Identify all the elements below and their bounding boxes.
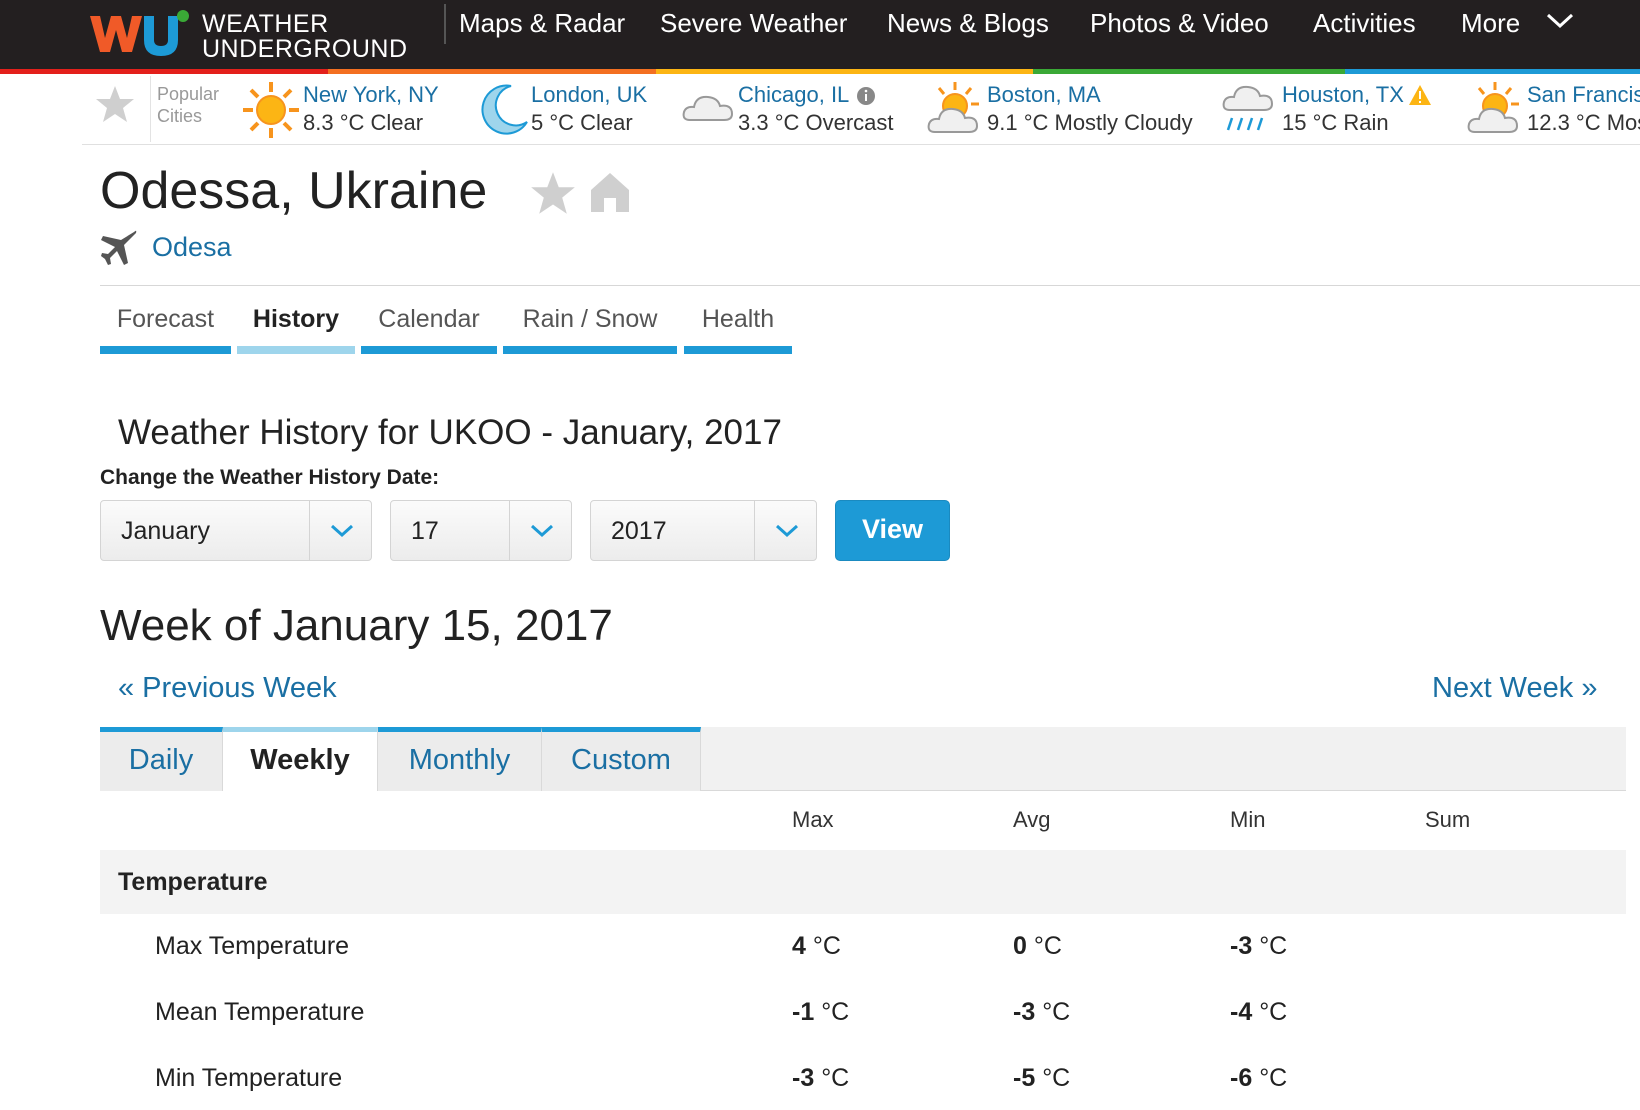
history-title: Weather History for UKOO - January, 2017 [118, 413, 782, 452]
chevron-down-icon [530, 524, 554, 538]
chevron-down-icon[interactable] [1545, 10, 1575, 30]
year-select-value: 2017 [611, 517, 667, 545]
group-label-temperature: Temperature [118, 868, 268, 896]
next-week-link[interactable]: Next Week » [1432, 670, 1597, 706]
city-name[interactable]: Houston, TX [1282, 80, 1404, 110]
city-name[interactable]: London, UK [531, 80, 647, 110]
tab-health[interactable]: Health [684, 300, 792, 354]
city-name[interactable]: New York, NY [303, 80, 439, 110]
city-houston[interactable]: Houston, TX 15 °C Rain [1220, 80, 1445, 140]
moon-icon [481, 84, 528, 135]
wu-logo-icon [90, 10, 189, 56]
column-header-avg: Avg [1013, 807, 1051, 832]
month-select-value: January [121, 517, 210, 545]
table-cell-max: -3 °C [792, 1064, 850, 1092]
airplane-icon [101, 230, 137, 265]
table-group-row [100, 850, 1626, 914]
row-label: Min Temperature [155, 1064, 343, 1092]
nav-activities[interactable]: Activities [1313, 6, 1416, 40]
day-select-value: 17 [411, 517, 439, 545]
table-cell-max: 4 °C [792, 932, 841, 960]
city-weather: 3.3 °C Overcast [738, 110, 894, 135]
city-boston[interactable]: Boston, MA 9.1 °C Mostly Cloudy [925, 80, 1195, 140]
tab-weekly[interactable]: Weekly [223, 727, 378, 791]
city-name[interactable]: Boston, MA [987, 80, 1101, 110]
tab-rain-snow[interactable]: Rain / Snow [503, 300, 677, 354]
day-select[interactable]: 17 [390, 500, 572, 561]
tab-history[interactable]: History [237, 300, 355, 354]
sun-icon [243, 82, 299, 138]
city-name[interactable]: San Francis [1527, 80, 1640, 110]
logo-text-line1: WEATHER [202, 10, 329, 38]
column-header-min: Min [1230, 807, 1266, 832]
week-title: Week of January 15, 2017 [100, 601, 613, 650]
home-icon[interactable] [588, 170, 632, 214]
date-picker-label: Change the Weather History Date: [100, 466, 440, 489]
rain-icon [1222, 85, 1274, 131]
row-label: Max Temperature [155, 932, 350, 960]
city-weather: 5 °C Clear [531, 110, 633, 135]
nav-photos-video[interactable]: Photos & Video [1090, 6, 1269, 40]
city-new-york[interactable]: New York, NY 8.3 °C Clear [241, 80, 459, 140]
tab-monthly[interactable]: Monthly [378, 727, 542, 791]
station-link[interactable]: Odesa [152, 230, 232, 264]
info-icon[interactable] [856, 86, 876, 106]
page-title: Odessa, Ukraine [100, 162, 488, 220]
tab-daily[interactable]: Daily [100, 727, 223, 791]
tab-forecast[interactable]: Forecast [100, 300, 231, 354]
site-logo[interactable]: WEATHER UNDERGROUND [86, 6, 408, 63]
logo-text-line2: UNDERGROUND [202, 35, 408, 63]
month-select[interactable]: January [100, 500, 372, 561]
table-cell-avg: -3 °C [1013, 998, 1071, 1026]
tab-calendar[interactable]: Calendar [361, 300, 497, 354]
popular-cities-label: Popular Cities [157, 84, 220, 126]
table-cell-min: -6 °C [1230, 1064, 1288, 1092]
nav-severe-weather[interactable]: Severe Weather [660, 6, 847, 40]
nav-news-blogs[interactable]: News & Blogs [887, 6, 1049, 40]
table-cell-max: -1 °C [792, 998, 850, 1026]
column-header-max: Max [792, 807, 834, 832]
table-cell-avg: -5 °C [1013, 1064, 1071, 1092]
tab-custom[interactable]: Custom [542, 727, 701, 791]
city-san-francisco[interactable]: San Francis 12.3 °C Mos [1465, 80, 1640, 140]
chevron-down-icon [775, 524, 799, 538]
table-cell-min: -3 °C [1230, 932, 1288, 960]
table-cell-avg: 0 °C [1013, 932, 1062, 960]
view-button[interactable]: View [835, 500, 950, 561]
row-label: Mean Temperature [155, 998, 365, 1026]
chevron-down-icon [330, 524, 354, 538]
city-weather: 12.3 °C Mos [1527, 110, 1640, 135]
header-divider [100, 285, 1640, 286]
sun-cloud-icon [1467, 82, 1519, 133]
city-weather: 8.3 °C Clear [303, 110, 424, 135]
alert-warning-icon[interactable] [1408, 84, 1432, 106]
favorite-star-icon[interactable] [95, 84, 135, 124]
nav-more[interactable]: More [1461, 6, 1520, 40]
column-header-sum: Sum [1425, 807, 1471, 832]
city-name[interactable]: Chicago, IL [738, 80, 849, 110]
favorite-star-icon[interactable] [530, 170, 576, 216]
city-london[interactable]: London, UK 5 °C Clear [473, 80, 673, 140]
city-chicago[interactable]: Chicago, IL 3.3 °C Overcast [680, 80, 905, 140]
sun-cloud-icon [927, 82, 979, 133]
table-cell-min: -4 °C [1230, 998, 1288, 1026]
cloud-icon [682, 95, 734, 121]
year-select[interactable]: 2017 [590, 500, 817, 561]
city-weather: 9.1 °C Mostly Cloudy [987, 110, 1193, 135]
cities-divider [150, 76, 151, 142]
nav-separator [444, 4, 446, 44]
city-weather: 15 °C Rain [1282, 110, 1389, 135]
nav-maps-radar[interactable]: Maps & Radar [459, 6, 625, 40]
previous-week-link[interactable]: « Previous Week [118, 670, 337, 706]
